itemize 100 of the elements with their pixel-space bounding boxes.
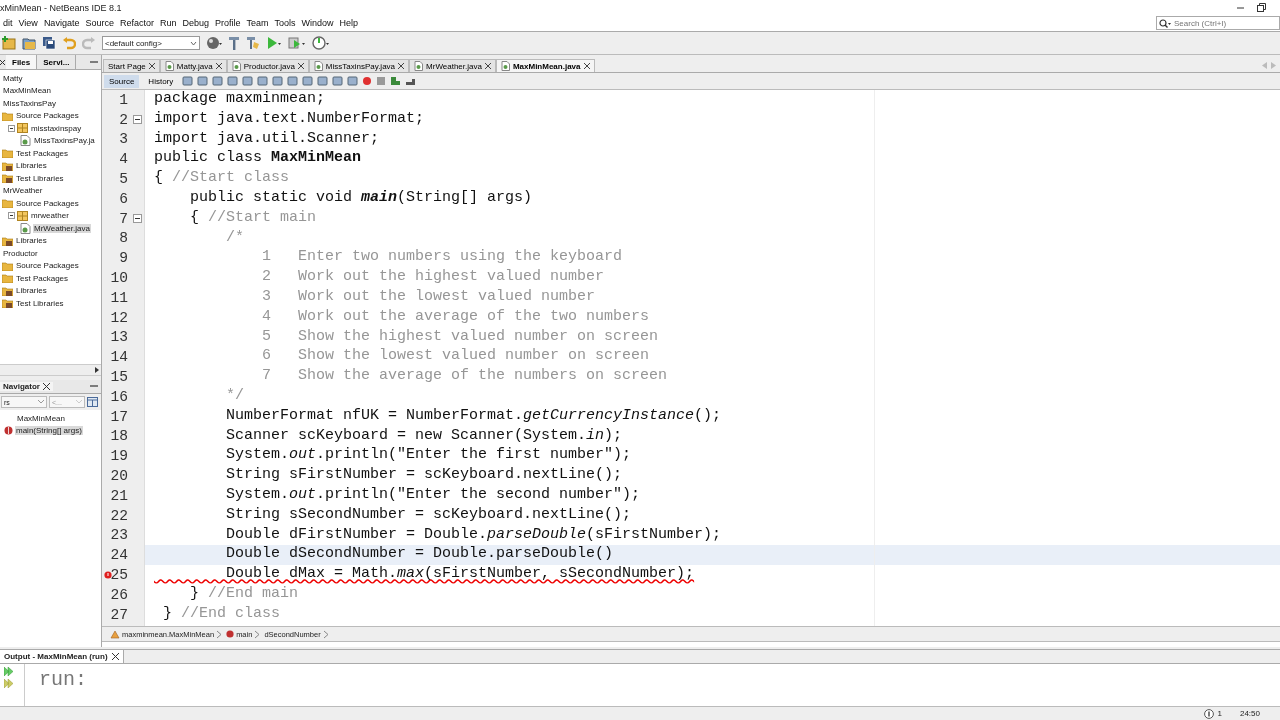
minimize-icon[interactable] — [90, 59, 98, 65]
scroll-right-icon[interactable] — [93, 366, 101, 374]
menu-item[interactable]: Profile — [212, 18, 244, 28]
close-icon — [148, 63, 155, 69]
tree-item[interactable]: Matty — [2, 73, 24, 83]
minimize-icon[interactable] — [90, 384, 98, 389]
menu-item[interactable]: Debug — [179, 18, 212, 28]
new-project-icon[interactable] — [2, 36, 16, 50]
tree-item[interactable]: Productor — [2, 248, 39, 258]
menu-item[interactable]: Team — [243, 18, 272, 28]
tree-item[interactable]: MissTaxinsPay — [2, 98, 57, 108]
close-icon — [297, 63, 304, 69]
view-icon[interactable] — [87, 397, 98, 407]
menu-item[interactable]: Refactor — [116, 18, 157, 28]
editor-tab[interactable]: Matty.java — [159, 59, 227, 72]
line-number: 9 — [119, 250, 128, 267]
tree-item[interactable]: Test Libraries — [15, 173, 65, 183]
tree-item[interactable]: Test Packages — [15, 148, 70, 158]
code-line: { //Start main — [189, 208, 317, 226]
hammer-icon[interactable] — [228, 36, 240, 50]
code-line: 7 Show the average of the numbers on screen — [261, 367, 668, 385]
fold-icon[interactable] — [133, 213, 142, 223]
folder-icon — [2, 110, 13, 121]
editor-tab[interactable]: MissTaxinsPay.java — [308, 59, 410, 72]
tree-item[interactable]: Source Packages — [15, 261, 80, 271]
editor-tab[interactable]: MrWeather.java — [409, 59, 496, 72]
close-icon — [484, 63, 491, 69]
tree-item[interactable]: mrweather — [30, 211, 70, 221]
code-line: Scanner scKeyboard = new Scanner(System.in); — [225, 426, 623, 444]
tree-item[interactable]: MaxMinMean — [2, 86, 52, 96]
books-icon — [2, 285, 13, 296]
books-icon — [2, 160, 13, 171]
open-folder-icon[interactable] — [22, 36, 36, 50]
restore-button[interactable] — [1257, 3, 1266, 12]
close-icon[interactable] — [111, 653, 119, 660]
menu-item[interactable]: Run — [156, 18, 180, 28]
tree-item[interactable]: misstaxinspay — [30, 123, 83, 133]
menu-item[interactable]: Source — [82, 18, 117, 28]
tree-item[interactable]: MissTaxinsPay.ja — [33, 136, 96, 146]
line-number: 24 — [110, 547, 128, 564]
collapse-icon[interactable] — [8, 212, 15, 220]
tree-item[interactable]: main(String[] args) — [15, 426, 83, 436]
undo-icon[interactable] — [62, 36, 76, 50]
code-line: } //End main — [189, 584, 299, 602]
mode-tab[interactable]: History — [143, 74, 179, 88]
config-dropdown[interactable]: <default config> — [102, 36, 200, 50]
tree-item[interactable]: Libraries — [15, 161, 48, 171]
tree-item[interactable]: Source Packages — [15, 198, 80, 208]
run-icon[interactable] — [266, 36, 282, 50]
stop-icon[interactable] — [376, 76, 387, 86]
search-box[interactable]: Search (Ctrl+I) — [1156, 16, 1280, 30]
tree-item[interactable]: Source Packages — [15, 111, 80, 121]
tree-item[interactable]: Libraries — [15, 236, 48, 246]
chevron-down-icon — [76, 400, 82, 404]
code-line: NumberFormat nfUK = NumberFormat.getCurrencyInstance(); — [225, 406, 722, 424]
diff-icon[interactable] — [405, 76, 417, 86]
fold-icon[interactable] — [133, 114, 142, 124]
menu-item[interactable]: Window — [298, 18, 337, 28]
tree-item[interactable]: MrWeather — [2, 186, 44, 196]
tree-item[interactable]: Test Libraries — [15, 298, 65, 308]
rerun-icon[interactable] — [4, 679, 14, 688]
chevron-down-icon — [190, 40, 197, 46]
editor-tab[interactable]: Start Page — [103, 59, 160, 72]
line-number: 2 — [119, 111, 128, 128]
line-number: 7 — [119, 210, 128, 227]
profile-icon[interactable] — [312, 36, 330, 50]
line-number: 22 — [110, 507, 128, 524]
tree-item[interactable]: MrWeather.java — [33, 223, 91, 233]
tree-item[interactable]: MaxMinMean — [16, 413, 66, 423]
menu-item[interactable]: Tools — [271, 18, 299, 28]
menu-item[interactable]: View — [15, 18, 41, 28]
chevron-right-icon — [322, 629, 329, 639]
globe-icon[interactable] — [206, 36, 222, 50]
line-number: 3 — [119, 131, 128, 148]
code-line: /* — [225, 228, 244, 246]
editor-tab[interactable]: Productor.java — [226, 59, 309, 72]
tree-item[interactable]: Libraries — [15, 286, 48, 296]
close-icon — [398, 63, 405, 69]
mode-tab[interactable]: Source — [104, 74, 140, 88]
menu-item[interactable]: Navigate — [40, 18, 83, 28]
output-text: run: — [38, 667, 87, 693]
close-icon[interactable] — [42, 383, 50, 390]
close-icon — [583, 63, 590, 69]
menu-item[interactable]: Help — [336, 18, 362, 28]
close-icon[interactable] — [0, 58, 6, 66]
record-icon[interactable] — [362, 76, 373, 86]
menu-item[interactable]: dit — [0, 18, 16, 28]
editor-tab[interactable]: MaxMinMean.java — [495, 59, 595, 72]
clean-build-icon[interactable] — [246, 36, 260, 50]
rerun-icon[interactable] — [4, 667, 14, 676]
save-all-icon[interactable] — [42, 36, 56, 50]
line-number: 1 — [119, 91, 128, 108]
caret-position: 24:50 — [1239, 709, 1260, 718]
debug-icon[interactable] — [288, 36, 306, 50]
line-number: 26 — [110, 586, 128, 603]
tree-item[interactable]: Test Packages — [15, 273, 70, 283]
check-icon[interactable] — [390, 76, 402, 86]
panel-tab[interactable]: Files — [6, 55, 38, 69]
collapse-icon[interactable] — [8, 124, 15, 132]
line-number: 6 — [119, 190, 128, 207]
